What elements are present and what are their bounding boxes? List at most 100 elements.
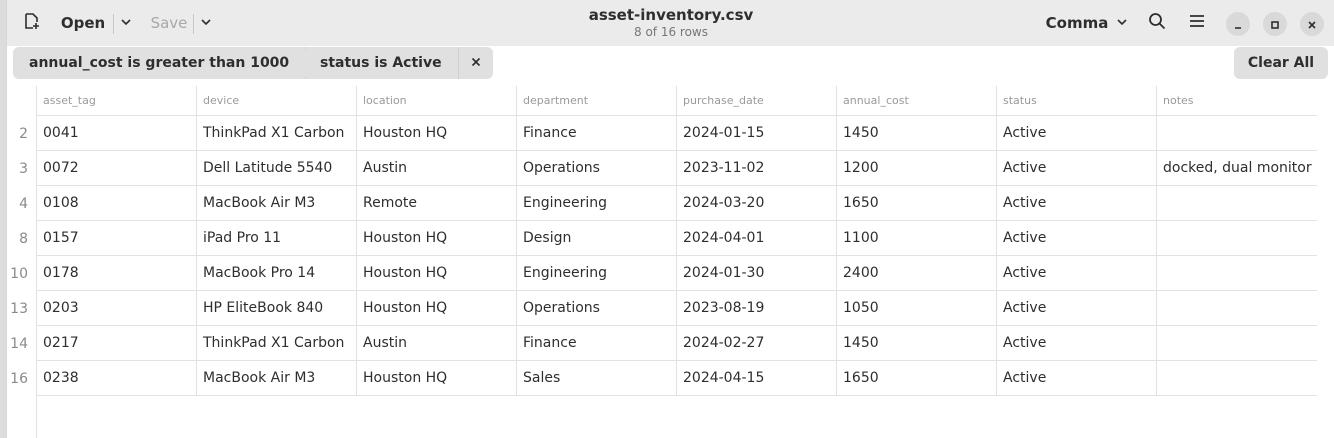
cell-annual-cost[interactable]: 1200 [837, 151, 997, 186]
column-header-row: asset_tag device location department purchas… [7, 86, 1317, 116]
save-menu-button[interactable] [193, 6, 219, 40]
row-number-header [7, 86, 37, 116]
close-window-button[interactable] [1300, 12, 1324, 36]
cell-location[interactable]: Austin [357, 151, 517, 186]
cell-notes[interactable] [1157, 256, 1317, 291]
cell-department[interactable]: Design [517, 221, 677, 256]
column-header-department[interactable]: department [517, 86, 677, 116]
open-menu-button[interactable] [113, 6, 139, 40]
row-number: 16 [7, 361, 37, 396]
cell-notes[interactable] [1157, 186, 1317, 221]
cell-annual-cost[interactable]: 1050 [837, 291, 997, 326]
cell-annual-cost[interactable]: 1650 [837, 186, 997, 221]
cell-location[interactable]: Remote [357, 186, 517, 221]
cell-annual-cost[interactable]: 1450 [837, 116, 997, 151]
cell-status[interactable]: Active [997, 221, 1157, 256]
cell-device[interactable]: ThinkPad X1 Carbon [197, 116, 357, 151]
cell-status[interactable]: Active [997, 326, 1157, 361]
cell-status[interactable]: Active [997, 116, 1157, 151]
cell-asset-tag[interactable]: 0217 [37, 326, 197, 361]
cell-asset-tag[interactable]: 0072 [37, 151, 197, 186]
cell-department[interactable]: Engineering [517, 256, 677, 291]
cell-purchase-date[interactable]: 2024-04-15 [677, 361, 837, 396]
maximize-button[interactable] [1263, 12, 1287, 36]
cell-location[interactable]: Houston HQ [357, 361, 517, 396]
cell-notes[interactable] [1157, 361, 1317, 396]
search-button[interactable] [1140, 6, 1174, 40]
delimiter-dropdown[interactable]: Comma [1041, 6, 1133, 40]
save-button[interactable]: Save [139, 6, 199, 40]
cell-purchase-date[interactable]: 2023-08-19 [677, 291, 837, 326]
cell-device[interactable]: iPad Pro 11 [197, 221, 357, 256]
cell-status[interactable]: Active [997, 291, 1157, 326]
cell-purchase-date[interactable]: 2024-02-27 [677, 326, 837, 361]
column-header-status[interactable]: status [997, 86, 1157, 116]
cell-device[interactable]: MacBook Air M3 [197, 361, 357, 396]
cell-device[interactable]: MacBook Pro 14 [197, 256, 357, 291]
cell-department[interactable]: Engineering [517, 186, 677, 221]
column-header-asset-tag[interactable]: asset_tag [37, 86, 197, 116]
cell-annual-cost[interactable]: 2400 [837, 256, 997, 291]
cell-location[interactable]: Austin [357, 326, 517, 361]
table-row[interactable]: 10 0178 MacBook Pro 14 Houston HQ Engineerin… [7, 256, 1317, 291]
cell-purchase-date[interactable]: 2024-01-15 [677, 116, 837, 151]
cell-purchase-date[interactable]: 2024-01-30 [677, 256, 837, 291]
cell-asset-tag[interactable]: 0203 [37, 291, 197, 326]
table-row[interactable]: 13 0203 HP EliteBook 840 Houston HQ Operatio… [7, 291, 1317, 326]
cell-notes[interactable] [1157, 116, 1317, 151]
cell-status[interactable]: Active [997, 151, 1157, 186]
cell-notes[interactable] [1157, 221, 1317, 256]
cell-notes[interactable] [1157, 291, 1317, 326]
remove-filter-button[interactable] [459, 47, 493, 79]
cell-location[interactable]: Houston HQ [357, 116, 517, 151]
table-row[interactable]: 14 0217 ThinkPad X1 Carbon Austin Finance 202… [7, 326, 1317, 361]
cell-notes[interactable]: docked, dual monitor [1157, 151, 1317, 186]
cell-status[interactable]: Active [997, 361, 1157, 396]
cell-asset-tag[interactable]: 0238 [37, 361, 197, 396]
table-row[interactable]: 3 0072 Dell Latitude 5540 Austin Operations 2… [7, 151, 1317, 186]
column-header-annual-cost[interactable]: annual_cost [837, 86, 997, 116]
cell-location[interactable]: Houston HQ [357, 256, 517, 291]
table-row[interactable]: 16 0238 MacBook Air M3 Houston HQ Sales 2024-… [7, 361, 1317, 396]
cell-department[interactable]: Finance [517, 326, 677, 361]
cell-department[interactable]: Finance [517, 116, 677, 151]
cell-status[interactable]: Active [997, 186, 1157, 221]
cell-purchase-date[interactable]: 2024-03-20 [677, 186, 837, 221]
row-number: 13 [7, 291, 37, 326]
cell-department[interactable]: Sales [517, 361, 677, 396]
column-header-purchase-date[interactable]: purchase_date [677, 86, 837, 116]
cell-asset-tag[interactable]: 0178 [37, 256, 197, 291]
cell-device[interactable]: ThinkPad X1 Carbon [197, 326, 357, 361]
cell-device[interactable]: MacBook Air M3 [197, 186, 357, 221]
cell-annual-cost[interactable]: 1450 [837, 326, 997, 361]
minimize-button[interactable] [1226, 12, 1250, 36]
cell-notes[interactable] [1157, 326, 1317, 361]
new-document-button[interactable] [15, 6, 49, 40]
cell-location[interactable]: Houston HQ [357, 291, 517, 326]
new-document-icon [23, 12, 41, 34]
cell-status[interactable]: Active [997, 256, 1157, 291]
main-menu-button[interactable] [1180, 6, 1214, 40]
column-header-device[interactable]: device [197, 86, 357, 116]
open-button[interactable]: Open [53, 6, 113, 40]
cell-asset-tag[interactable]: 0108 [37, 186, 197, 221]
cell-annual-cost[interactable]: 1100 [837, 221, 997, 256]
cell-department[interactable]: Operations [517, 291, 677, 326]
row-number: 4 [7, 186, 37, 221]
cell-device[interactable]: HP EliteBook 840 [197, 291, 357, 326]
cell-device[interactable]: Dell Latitude 5540 [197, 151, 357, 186]
cell-location[interactable]: Houston HQ [357, 221, 517, 256]
table-row[interactable]: 2 0041 ThinkPad X1 Carbon Houston HQ Finance… [7, 116, 1317, 151]
open-button-label: Open [60, 14, 106, 32]
table-row[interactable]: 8 0157 iPad Pro 11 Houston HQ Design 2024-04-… [7, 221, 1317, 256]
cell-purchase-date[interactable]: 2024-04-01 [677, 221, 837, 256]
table-row[interactable]: 4 0108 MacBook Air M3 Remote Engineering 2024… [7, 186, 1317, 221]
clear-all-filters-button[interactable]: Clear All [1234, 47, 1328, 79]
column-header-notes[interactable]: notes [1157, 86, 1317, 116]
cell-annual-cost[interactable]: 1650 [837, 361, 997, 396]
cell-department[interactable]: Operations [517, 151, 677, 186]
cell-asset-tag[interactable]: 0041 [37, 116, 197, 151]
cell-asset-tag[interactable]: 0157 [37, 221, 197, 256]
column-header-location[interactable]: location [357, 86, 517, 116]
cell-purchase-date[interactable]: 2023-11-02 [677, 151, 837, 186]
